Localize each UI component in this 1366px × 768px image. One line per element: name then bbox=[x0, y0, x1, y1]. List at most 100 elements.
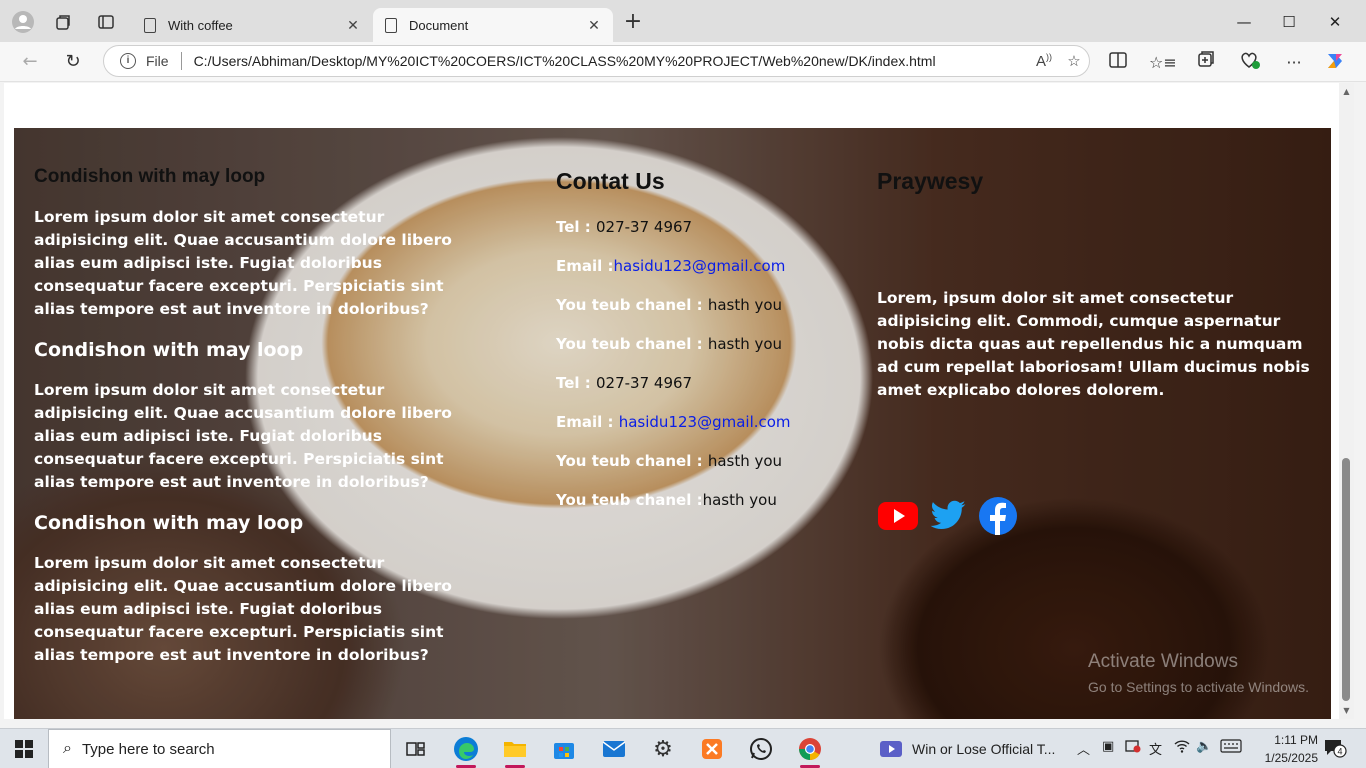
scroll-up-icon[interactable]: ▲ bbox=[1341, 87, 1352, 96]
contact-row-tel: Tel : 027-37 4967 bbox=[556, 217, 856, 237]
chrome-icon[interactable] bbox=[792, 733, 828, 768]
read-aloud-icon[interactable]: A)) bbox=[1029, 52, 1059, 70]
contact-value: hasth you bbox=[707, 335, 783, 353]
windows-taskbar: ⌕ Type here to search ⚙ Win or Lose Offi… bbox=[0, 728, 1366, 768]
contact-label: Email : bbox=[556, 413, 619, 431]
coffee-background-section: Condishon with may loop Lorem ipsum dolo… bbox=[14, 128, 1331, 719]
back-button[interactable]: ← bbox=[15, 48, 45, 76]
mail-icon[interactable] bbox=[596, 733, 632, 765]
language-icon[interactable]: 文 bbox=[1149, 739, 1162, 758]
media-title: Win or Lose Official T... bbox=[912, 741, 1056, 757]
contact-row-email: Email :hasidu123@gmail.com bbox=[556, 256, 856, 276]
search-placeholder: Type here to search bbox=[81, 740, 215, 758]
contact-row-youtube: You teub chanel :hasth you bbox=[556, 490, 856, 510]
contact-value: hasth you bbox=[707, 452, 783, 470]
info-icon[interactable]: i bbox=[120, 53, 136, 69]
vertical-scrollbar[interactable]: ▲ ▼ bbox=[1339, 83, 1354, 719]
column-heading: Condishon with may loop bbox=[34, 512, 304, 534]
volume-icon[interactable]: 🔈 bbox=[1196, 739, 1212, 754]
tab-label: Document bbox=[409, 17, 469, 33]
contact-value: 027-37 4967 bbox=[596, 218, 693, 236]
clock-date: 1/25/2025 bbox=[1264, 751, 1318, 765]
watermark-subtitle: Go to Settings to activate Windows. bbox=[1088, 679, 1309, 695]
meet-now-icon[interactable]: ▣ bbox=[1102, 739, 1114, 754]
minimize-button[interactable]: — bbox=[1221, 8, 1267, 36]
edge-icon[interactable] bbox=[448, 733, 484, 768]
xampp-icon[interactable] bbox=[694, 733, 730, 765]
info-column: Condishon with may loop Lorem ipsum dolo… bbox=[34, 166, 464, 667]
tab-with-coffee[interactable]: With coffee ✕ bbox=[132, 8, 372, 42]
contact-row-youtube: You teub chanel : hasth you bbox=[556, 334, 856, 354]
contact-value: 027-37 4967 bbox=[596, 374, 693, 392]
scroll-down-icon[interactable]: ▼ bbox=[1341, 706, 1352, 715]
file-explorer-icon[interactable] bbox=[497, 733, 533, 768]
tab-document[interactable]: Document ✕ bbox=[373, 8, 613, 42]
more-menu-icon[interactable]: ··· bbox=[1281, 50, 1307, 76]
settings-gear-icon[interactable]: ⚙ bbox=[645, 733, 681, 765]
network-alert-icon[interactable] bbox=[1125, 739, 1141, 757]
activate-windows-watermark: Activate Windows Go to Settings to activ… bbox=[1088, 651, 1309, 695]
contact-label: Tel : bbox=[556, 218, 596, 236]
contact-heading: Contat Us bbox=[556, 168, 665, 194]
about-column: Praywesy Lorem, ipsum dolor sit amet con… bbox=[877, 168, 1317, 536]
browser-toolbar: ← ↻ i File C:/Users/Abhiman/Desktop/MY%2… bbox=[0, 42, 1366, 82]
notifications-icon[interactable]: 4 bbox=[1323, 737, 1347, 763]
task-view-icon[interactable] bbox=[398, 733, 434, 765]
column-paragraph: Lorem ipsum dolor sit amet consectetur a… bbox=[34, 554, 452, 664]
youtube-icon[interactable] bbox=[877, 496, 919, 536]
show-hidden-icons[interactable]: ︿ bbox=[1077, 739, 1090, 758]
contact-value: hasth you bbox=[702, 491, 777, 509]
address-bar[interactable]: i File C:/Users/Abhiman/Desktop/MY%20ICT… bbox=[103, 45, 1090, 77]
close-tab-icon[interactable]: ✕ bbox=[342, 17, 364, 34]
email-link[interactable]: hasidu123@gmail.com bbox=[619, 413, 791, 431]
taskbar-search[interactable]: ⌕ Type here to search bbox=[48, 729, 391, 768]
system-clock[interactable]: 1:11 PM 1/25/2025 bbox=[1248, 731, 1318, 767]
workspaces-icon[interactable] bbox=[50, 9, 76, 35]
search-icon: ⌕ bbox=[63, 740, 72, 757]
refresh-button[interactable]: ↻ bbox=[58, 48, 88, 76]
contact-column: Contat Us Tel : 027-37 4967 Email :hasid… bbox=[556, 168, 856, 529]
contact-value: hasth you bbox=[707, 296, 783, 314]
keyboard-icon[interactable] bbox=[1220, 739, 1242, 757]
notification-count: 4 bbox=[1337, 747, 1342, 757]
contact-row-youtube: You teub chanel : hasth you bbox=[556, 451, 856, 471]
about-paragraph: Lorem, ipsum dolor sit amet consectetur … bbox=[877, 289, 1310, 399]
scrollbar-thumb[interactable] bbox=[1342, 458, 1350, 701]
media-widget[interactable]: Win or Lose Official T... bbox=[880, 729, 1055, 768]
close-window-button[interactable]: ✕ bbox=[1312, 8, 1358, 36]
contact-label: You teub chanel : bbox=[556, 452, 708, 470]
url-text[interactable]: C:/Users/Abhiman/Desktop/MY%20ICT%20COER… bbox=[194, 53, 1029, 69]
new-tab-button[interactable]: + bbox=[620, 10, 646, 36]
column-paragraph: Lorem ipsum dolor sit amet consectetur a… bbox=[34, 208, 452, 318]
favorite-star-icon[interactable]: ☆ bbox=[1059, 52, 1089, 70]
contact-row-youtube: You teub chanel : hasth you bbox=[556, 295, 856, 315]
social-links bbox=[877, 496, 1317, 536]
browser-essentials-icon[interactable] bbox=[1237, 50, 1263, 76]
split-screen-icon[interactable] bbox=[1105, 50, 1131, 76]
collections-icon[interactable] bbox=[1193, 50, 1219, 76]
contact-label: You teub chanel : bbox=[556, 296, 708, 314]
twitter-icon[interactable] bbox=[927, 496, 969, 536]
microsoft-store-icon[interactable] bbox=[546, 733, 582, 765]
close-tab-icon[interactable]: ✕ bbox=[583, 17, 605, 34]
clock-time: 1:11 PM bbox=[1274, 733, 1318, 747]
profile-icon[interactable] bbox=[10, 9, 36, 35]
page-viewport: Condishon with may loop Lorem ipsum dolo… bbox=[4, 83, 1339, 719]
maximize-button[interactable]: ☐ bbox=[1266, 8, 1312, 36]
column-heading: Condishon with may loop bbox=[34, 166, 266, 187]
facebook-icon[interactable] bbox=[977, 496, 1019, 536]
browser-titlebar: With coffee ✕ Document ✕ + — ☐ ✕ bbox=[0, 0, 1366, 42]
email-link[interactable]: hasidu123@gmail.com bbox=[614, 257, 786, 275]
contact-label: Tel : bbox=[556, 374, 596, 392]
favorites-icon[interactable]: ☆≡ bbox=[1149, 50, 1177, 76]
whatsapp-icon[interactable] bbox=[743, 733, 779, 765]
contact-row-email: Email : hasidu123@gmail.com bbox=[556, 412, 856, 432]
tab-label: With coffee bbox=[168, 17, 233, 33]
copilot-icon[interactable] bbox=[1322, 50, 1348, 76]
wifi-icon[interactable] bbox=[1174, 739, 1190, 757]
column-heading: Condishon with may loop bbox=[34, 339, 304, 361]
about-heading: Praywesy bbox=[877, 168, 984, 194]
tab-actions-icon[interactable] bbox=[93, 9, 119, 35]
contact-row-tel: Tel : 027-37 4967 bbox=[556, 373, 856, 393]
start-button[interactable] bbox=[0, 729, 48, 768]
